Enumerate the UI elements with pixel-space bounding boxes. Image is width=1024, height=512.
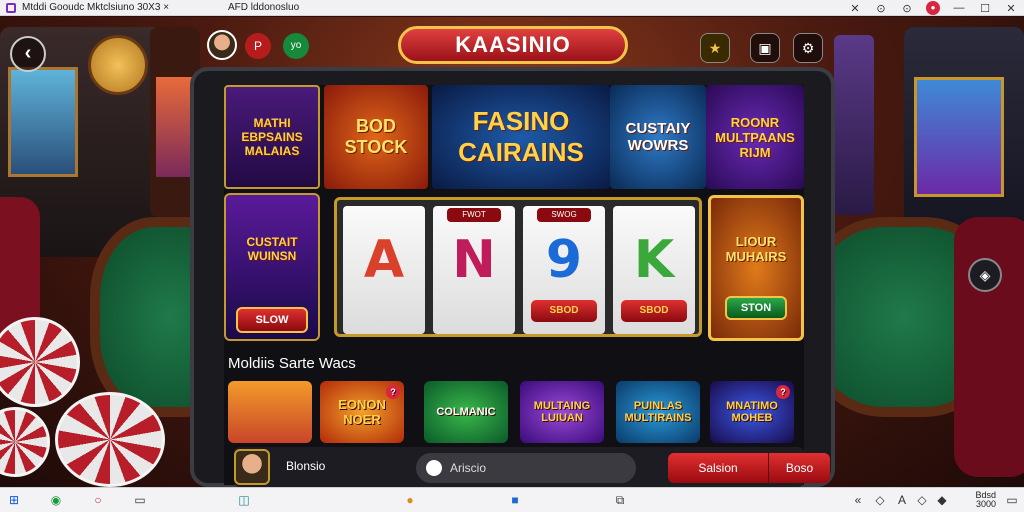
chair-right [954,217,1024,477]
search-icon [426,460,442,476]
search-input[interactable]: Ariscio [416,453,636,483]
files-icon[interactable]: ⧉ [612,492,628,508]
reel-symbol: A [363,230,405,290]
badge-icon: ? [776,385,790,399]
game-thumbnail[interactable]: MNATIMO MOHEB? [710,381,794,443]
reel-symbol: N [452,230,496,290]
volume-icon[interactable]: ◇ [914,492,930,508]
coins-button[interactable]: yo [283,33,309,59]
tray-date: 3000 [975,499,996,509]
slot-reel: SWOG 9 SBOD [523,206,605,334]
browser-titlebar: Mtddi Gooudc Mktclsiuno 30X3 × AFD lddon… [0,0,1024,16]
extension-icon[interactable]: ⊙ [868,2,894,15]
app-icon[interactable]: ◫ [236,492,252,508]
tray-chevron-icon[interactable]: « [850,492,866,508]
reel-label: SBOD [531,300,597,322]
game-lobby: MATHI EBPSAINS MALAIAS BOD STOCK FASINO … [224,85,830,487]
username: Blonsio [286,459,326,473]
browser-icon[interactable]: ◉ [48,492,64,508]
notification-center-icon[interactable]: ▭ [1004,492,1020,508]
game-banner[interactable]: CUSTAIY WOWRS [610,85,706,189]
tab-1-suffix: 30X3 × [137,2,170,13]
reel-label: SBOD [621,300,687,322]
side-control-icon[interactable]: ◈ [968,258,1002,292]
start-icon[interactable]: ⊞ [6,492,22,508]
poker-chip [0,317,80,407]
arcade-cabinet-right-2 [834,35,874,215]
app-favicon-icon [6,2,16,13]
rewards-button[interactable]: P [245,33,271,59]
badge-icon: ? [386,385,400,399]
thumb-title: EONON NOER [338,397,386,427]
window-controls: ✕ ⊙ ⊙ ● — ☐ ✕ [842,0,1024,16]
tablet-frame: MATHI EBPSAINS MALAIAS BOD STOCK FASINO … [190,67,835,487]
browser-tab-2[interactable]: AFD lddonosluo [228,2,299,13]
poker-chip [55,392,165,487]
slot-reel: FWOT N [433,206,515,334]
secondary-action-button[interactable]: Boso [768,453,830,483]
wall-clock [88,35,148,95]
browser-tab-1[interactable]: Mtddi Gooudc Mktclsiuno 30X3 × [22,2,212,13]
user-avatar[interactable] [207,30,237,60]
thumb-title: MULTAING LUIUAN [533,400,591,424]
thumb-title: MNATIMO MOHEB [726,400,778,424]
game-thumbnail[interactable]: PUINLAS MULTIRAINS [616,381,700,443]
promo-left-button[interactable]: SLOW [236,307,308,333]
arcade-cabinet-right [904,27,1024,247]
promo-card-left: CUSTAIT WUINSN SLOW [224,193,320,341]
game-thumbnail[interactable]: EONON NOER? [320,381,404,443]
game-thumbnail[interactable]: MULTAING LUIUAN [520,381,604,443]
settings-icon[interactable]: ⚙ [793,33,823,63]
music-icon[interactable]: ● [402,492,418,508]
slot-reel: K SBOD [613,206,695,334]
reel-symbol: K [633,230,675,290]
game-banner[interactable]: MATHI EBPSAINS MALAIAS [224,85,320,189]
tab-1-label: Mtddi Gooudc Mktclsiuno [22,2,135,13]
reel-symbol: 9 [545,230,583,290]
game-banner[interactable]: BOD STOCK [324,85,428,189]
record-icon[interactable]: ○ [90,492,106,508]
window-icon[interactable]: ▭ [132,492,148,508]
close-window-button[interactable]: ✕ [998,2,1024,15]
profile-icon[interactable]: ⊙ [894,2,920,15]
minimize-button[interactable]: — [946,2,972,14]
promo-left-title: CUSTAIT WUINSN [246,235,298,263]
os-taskbar: ⊞ ◉ ○ ▭ ◫ ● ■ ⧉ « ◇ A ◇ ◆ Bdsd 3000 ▭ [0,487,1024,512]
game-thumbnail[interactable]: COLMANIC [424,381,508,443]
reel-tag: SWOG [537,208,591,222]
notification-icon[interactable]: ● [926,1,940,15]
reel-tag: FWOT [447,208,501,222]
promo-card-right: LIOUR MUHAIRS STON [708,195,804,341]
casino-logo: KAASINIO [398,26,628,64]
network-icon[interactable]: ◇ [872,492,888,508]
thumb-title: COLMANIC [436,406,496,418]
slot-reels: A FWOT N SWOG 9 SBOD K SBOD [334,197,702,337]
featured-game-banner[interactable]: FASINO CAIRAINS [432,85,610,189]
poker-chip [0,407,50,477]
primary-action-button[interactable]: Salsion [668,453,768,483]
gift-icon[interactable]: ▣ [750,33,780,63]
bottom-bar: Blonsio Ariscio Salsion Boso [234,447,830,487]
game-thumbnail[interactable] [228,381,312,443]
game-banner[interactable]: ROONR MULTPAANS RIJM [706,85,804,189]
store-icon[interactable]: ■ [507,492,523,508]
font-icon[interactable]: A [894,492,910,508]
star-icon[interactable]: ★ [700,33,730,63]
section-title: Moldiis Sarte Wacs [228,355,356,372]
clock-tray[interactable]: Bdsd 3000 [956,491,996,509]
battery-icon[interactable]: ◆ [934,492,950,508]
thumb-title: PUINLAS MULTIRAINS [624,400,692,424]
promo-right-button[interactable]: STON [725,296,787,320]
search-placeholder: Ariscio [450,461,487,475]
slot-reel: A [343,206,425,334]
back-button[interactable]: ‹ [10,36,46,72]
promo-right-title: LIOUR MUHAIRS [725,234,787,264]
profile-avatar[interactable] [234,449,270,485]
maximize-button[interactable]: ☐ [972,2,998,15]
tab-close-icon[interactable]: ✕ [842,2,868,15]
